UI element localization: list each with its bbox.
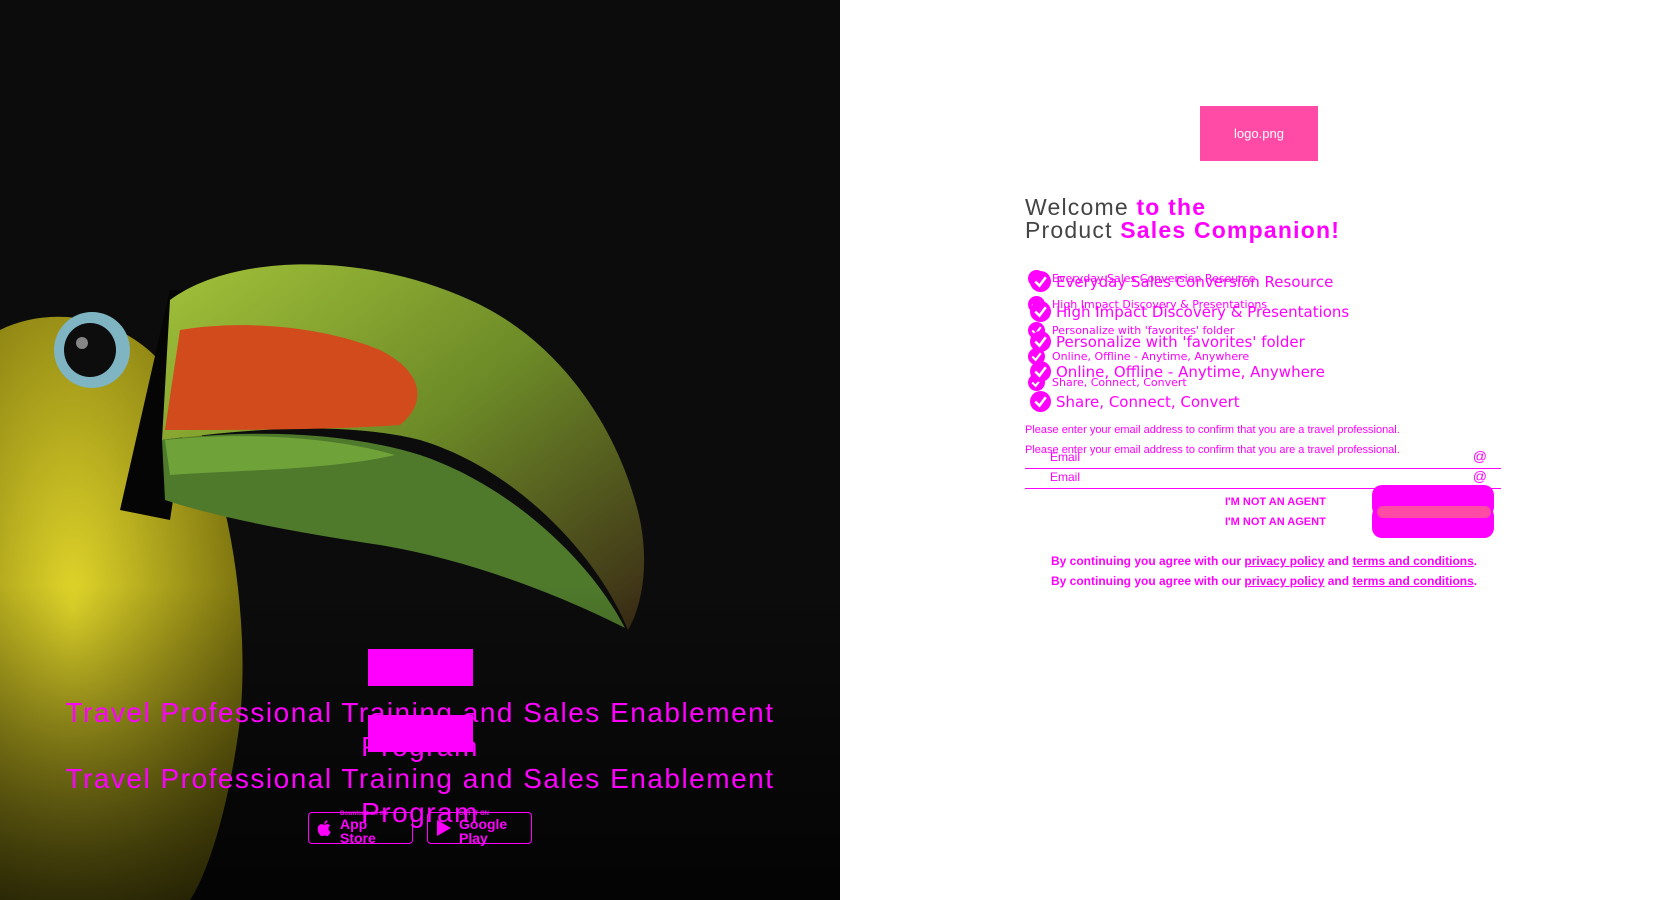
privacy-policy-link[interactable]: privacy policy xyxy=(1244,554,1324,568)
feature-label: Online, Offline - Anytime, Anywhere xyxy=(1056,363,1325,381)
check-icon xyxy=(1030,271,1051,292)
feature-label: Everyday Sales Conversion Resource xyxy=(1056,273,1334,291)
app-store-badge[interactable]: Download on the App Store xyxy=(308,811,413,846)
terms-notice: By continuing you agree with our privacy… xyxy=(1051,574,1477,588)
submit-button-highlight xyxy=(1377,506,1491,518)
check-icon xyxy=(1030,361,1051,382)
check-icon xyxy=(1030,391,1051,412)
google-play-icon xyxy=(437,820,451,836)
apple-icon xyxy=(317,820,331,837)
login-panel: logo.png Welcome to the Product Sales Co… xyxy=(840,0,1680,900)
email-field[interactable]: @ xyxy=(1025,448,1501,469)
terms-text: and xyxy=(1327,574,1350,588)
welcome-heading: Welcome to the Product Sales Companion! xyxy=(1025,196,1340,242)
email-input[interactable] xyxy=(1050,470,1450,484)
welcome-highlight: Sales Companion! xyxy=(1120,217,1341,243)
hero-panel: Travel Professional Training and Sales E… xyxy=(0,0,840,900)
terms-text: By continuing you agree with our xyxy=(1051,574,1242,588)
terms-text: By continuing you agree with our xyxy=(1051,554,1242,568)
hero-tagline: Travel Professional Training and Sales E… xyxy=(65,763,775,828)
placeholder-block xyxy=(368,649,473,686)
check-icon xyxy=(1030,331,1051,352)
terms-conditions-link[interactable]: terms and conditions xyxy=(1352,554,1473,568)
logo: logo.png xyxy=(1200,106,1318,161)
feature-label: High Impact Discovery & Presentations xyxy=(1056,303,1350,321)
terms-conditions-link[interactable]: terms and conditions xyxy=(1352,574,1473,588)
check-icon xyxy=(1030,301,1051,322)
terms-text: . xyxy=(1473,554,1478,568)
hero-tagline: Travel Professional Training and Sales E… xyxy=(65,697,775,762)
terms-text: and xyxy=(1327,554,1350,568)
badge-store-name: App Store xyxy=(340,816,376,846)
not-agent-link[interactable]: I'M NOT AN AGENT xyxy=(1225,516,1326,528)
terms-notice: By continuing you agree with our privacy… xyxy=(1051,554,1477,568)
welcome-text: Product xyxy=(1025,217,1113,243)
email-instruction: Please enter your email address to confi… xyxy=(1025,424,1400,436)
not-agent-link[interactable]: I'M NOT AN AGENT xyxy=(1225,496,1326,508)
privacy-policy-link[interactable]: privacy policy xyxy=(1244,574,1324,588)
google-play-badge[interactable]: GET IT ON Google Play xyxy=(427,811,532,846)
feature-label: Online, Offline - Anytime, Anywhere xyxy=(1052,350,1250,363)
email-input[interactable] xyxy=(1050,450,1450,464)
at-icon: @ xyxy=(1472,448,1487,464)
at-icon: @ xyxy=(1472,468,1487,484)
terms-text: . xyxy=(1473,574,1478,588)
badge-store-name: Google Play xyxy=(459,816,508,846)
feature-label: Share, Connect, Convert xyxy=(1056,393,1240,411)
feature-label: Personalize with 'favorites' folder xyxy=(1056,333,1305,351)
